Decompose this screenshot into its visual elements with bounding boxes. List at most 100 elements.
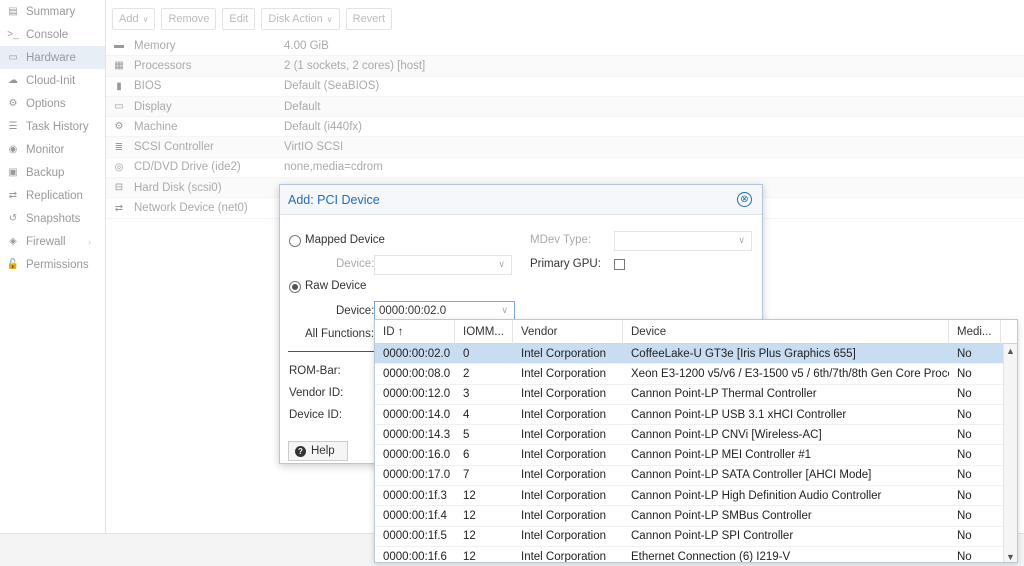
raw-device-select[interactable]: 0000:00:02.0 ∨: [374, 301, 515, 321]
cell-device: Xeon E3-1200 v5/v6 / E3-1500 v5 / 6th/7t…: [631, 367, 949, 380]
hardware-row[interactable]: ▦ Processors 2 (1 sockets, 2 cores) [host]: [106, 56, 1024, 77]
hardware-value: 4.00 GiB: [284, 39, 329, 52]
mdev-type-select[interactable]: ∨: [614, 231, 752, 251]
nav-item-label: Monitor: [26, 143, 65, 156]
hardware-name: Hard Disk (scsi0): [134, 181, 222, 194]
hardware-row[interactable]: ▭ Display Default: [106, 96, 1024, 118]
grid-body: 0000:00:02.0 0 Intel Corporation CoffeeLake…: [375, 344, 1017, 563]
cell-vendor: Intel Corporation: [521, 347, 607, 360]
disk-action-button[interactable]: Disk Action ∨: [261, 8, 340, 30]
edit-label: Edit: [229, 13, 249, 25]
nav-item-replication[interactable]: ⇄ Replication: [0, 184, 105, 207]
hardware-row[interactable]: ⚙ Machine Default (i440fx): [106, 117, 1024, 138]
chevron-down-icon: ∨: [501, 305, 508, 315]
nav-item-console[interactable]: >_ Console: [0, 23, 105, 46]
hardware-name: CD/DVD Drive (ide2): [134, 161, 241, 174]
rom-bar-label: ROM-Bar:: [289, 365, 341, 377]
cell-vendor: Intel Corporation: [521, 428, 607, 441]
column-header-vendor[interactable]: Vendor: [513, 320, 623, 344]
cell-vendor: Intel Corporation: [521, 367, 607, 380]
cell-media: No: [957, 408, 972, 421]
dialog-title: Add: PCI Device: [288, 192, 380, 207]
scroll-down-icon[interactable]: ▼: [1006, 552, 1015, 562]
column-header-id[interactable]: ID ↑: [375, 320, 455, 344]
remove-button[interactable]: Remove: [161, 8, 217, 30]
memory-icon: ▬: [114, 40, 124, 52]
nav-item-snapshots[interactable]: ↺ Snapshots: [0, 207, 105, 230]
shield-icon: ◈: [9, 236, 17, 247]
edit-button[interactable]: Edit: [222, 8, 256, 30]
add-label: Add: [119, 13, 139, 25]
mapped-device-select[interactable]: ∨: [374, 255, 512, 275]
column-header-device[interactable]: Device: [623, 320, 949, 344]
pci-device-row[interactable]: 0000:00:12.0 3 Intel Corporation Cannon Poi…: [375, 385, 1017, 405]
hardware-name: Machine: [134, 120, 178, 133]
revert-button[interactable]: Revert: [345, 8, 393, 30]
vendor-id-label: Vendor ID:: [289, 387, 344, 399]
desktop-icon: ▭: [114, 101, 124, 113]
nav-item-monitor[interactable]: ◉ Monitor: [0, 138, 105, 161]
help-button[interactable]: ? Help: [288, 441, 348, 461]
raw-device-device-label: Device:: [336, 305, 375, 317]
add-button[interactable]: Add ∨: [112, 8, 156, 30]
nav-item-task-history[interactable]: ☰ Task History: [0, 115, 105, 138]
cell-vendor: Intel Corporation: [521, 530, 607, 543]
scroll-up-icon[interactable]: ▲: [1006, 346, 1015, 356]
nav-item-options[interactable]: ⚙ Options: [0, 92, 105, 115]
pci-device-row[interactable]: 0000:00:1f.3 12 Intel Corporation Cannon Po…: [375, 486, 1017, 507]
nav-item-permissions[interactable]: 🔓 Permissions: [0, 253, 105, 276]
device-id-label: Device ID:: [289, 409, 343, 421]
nav-item-cloud-init[interactable]: ☁ Cloud-Init: [0, 69, 105, 92]
hardware-name: Processors: [134, 59, 192, 72]
cell-id: 0000:00:1f.5: [383, 530, 447, 543]
cell-media: No: [957, 469, 972, 482]
hardware-row[interactable]: ▬ Memory 4.00 GiB: [106, 36, 1024, 57]
mapped-device-radio[interactable]: [289, 235, 301, 247]
hardware-row[interactable]: ≣ SCSI Controller VirtIO SCSI: [106, 137, 1024, 158]
pci-device-row[interactable]: 0000:00:1f.6 12 Intel Corporation Ethernet …: [375, 547, 1017, 563]
question-circle-icon: ?: [295, 445, 306, 457]
pci-device-row[interactable]: 0000:00:14.0 4 Intel Corporation Cannon Poi…: [375, 405, 1017, 426]
primary-gpu-label: Primary GPU:: [530, 258, 601, 270]
cell-iommu: 7: [463, 469, 470, 482]
hardware-row[interactable]: ◎ CD/DVD Drive (ide2) none,media=cdrom: [106, 158, 1024, 179]
hdd-icon: ⊟: [114, 182, 124, 194]
hardware-value: Default: [284, 100, 321, 113]
mapped-device-label: Mapped Device: [305, 234, 385, 246]
hardware-value: none,media=cdrom: [284, 161, 383, 174]
nav-item-backup[interactable]: ▣ Backup: [0, 161, 105, 184]
cell-vendor: Intel Corporation: [521, 408, 607, 421]
nav-item-firewall[interactable]: ◈ Firewall ›: [0, 230, 105, 253]
hardware-name: SCSI Controller: [134, 141, 214, 154]
cell-media: No: [957, 449, 972, 462]
pci-device-row[interactable]: 0000:00:17.0 7 Intel Corporation Cannon Poi…: [375, 466, 1017, 487]
cell-id: 0000:00:17.0: [383, 469, 451, 482]
raw-device-radio[interactable]: [289, 281, 301, 293]
pci-device-row[interactable]: 0000:00:02.0 0 Intel Corporation CoffeeLake…: [375, 344, 1017, 365]
column-header-mediated[interactable]: Medi...: [949, 320, 1001, 344]
cell-id: 0000:00:12.0: [383, 388, 451, 401]
hardware-row[interactable]: ▮ BIOS Default (SeaBIOS): [106, 77, 1024, 97]
column-header-iommu[interactable]: IOMM...: [455, 320, 513, 344]
list-icon: ☰: [8, 121, 18, 132]
console-icon: >_: [7, 29, 19, 40]
pci-device-row[interactable]: 0000:00:1f.5 12 Intel Corporation Cannon Po…: [375, 527, 1017, 547]
cell-iommu: 12: [463, 489, 476, 502]
pci-device-row[interactable]: 0000:00:08.0 2 Intel Corporation Xeon E3-12…: [375, 364, 1017, 385]
pci-device-row[interactable]: 0000:00:14.3 5 Intel Corporation Cannon Poi…: [375, 425, 1017, 446]
nav-item-label: Snapshots: [26, 212, 81, 225]
pci-device-row[interactable]: 0000:00:1f.4 12 Intel Corporation Cannon Po…: [375, 506, 1017, 527]
cell-id: 0000:00:02.0: [383, 347, 451, 360]
all-functions-label: All Functions:: [305, 328, 375, 340]
hardware-name: Display: [134, 100, 172, 113]
cell-device: Cannon Point-LP CNVi [Wireless-AC]: [631, 428, 822, 441]
pci-device-row[interactable]: 0000:00:16.0 6 Intel Corporation Cannon Poi…: [375, 445, 1017, 466]
close-icon[interactable]: ⊗: [737, 192, 752, 207]
nav-item-summary[interactable]: ▤ Summary: [0, 0, 105, 23]
primary-gpu-checkbox[interactable]: [614, 259, 625, 270]
nav-item-hardware[interactable]: ▭ Hardware: [0, 46, 105, 69]
chevron-down-icon: ∨: [738, 235, 745, 245]
grid-scrollbar[interactable]: ▲ ▼: [1003, 344, 1017, 562]
cell-media: No: [957, 550, 972, 563]
cell-iommu: 6: [463, 449, 470, 462]
